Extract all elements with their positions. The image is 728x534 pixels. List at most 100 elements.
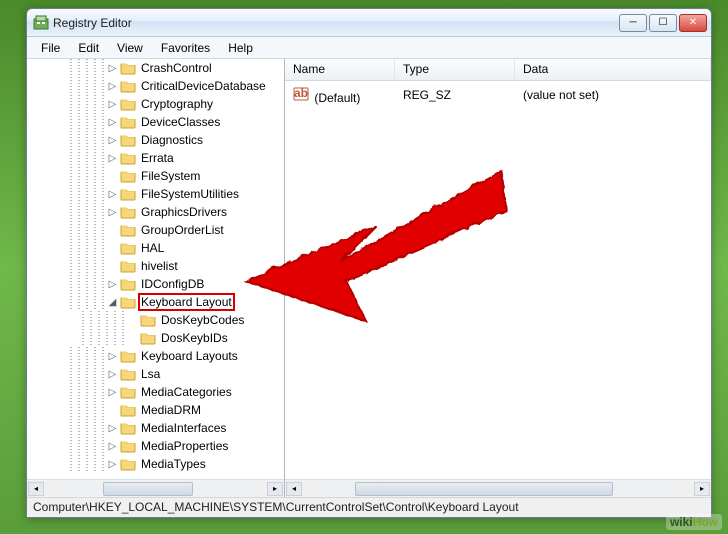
menu-help[interactable]: Help	[220, 39, 261, 57]
folder-icon	[120, 403, 136, 417]
registry-tree[interactable]: ▷CrashControl▷CriticalDeviceDatabase▷Cry…	[27, 59, 284, 479]
tree-node-label: DosKeybCodes	[159, 312, 246, 328]
tree-node[interactable]: ▷ Lsa	[27, 365, 268, 383]
scroll-right-icon[interactable]: ▸	[267, 482, 283, 496]
tree-node[interactable]: ▷ FileSystemUtilities	[27, 185, 268, 203]
titlebar[interactable]: Registry Editor ─ ☐ ✕	[27, 9, 711, 37]
expander-icon[interactable]: ▷	[107, 441, 118, 452]
col-name[interactable]: Name	[285, 59, 395, 80]
tree-node-label: DeviceClasses	[139, 114, 222, 130]
scroll-thumb[interactable]	[103, 482, 194, 496]
scroll-thumb[interactable]	[355, 482, 613, 496]
tree-node-label: FileSystemUtilities	[139, 186, 241, 202]
tree-node[interactable]: ▷ CrashControl	[27, 59, 268, 77]
close-button[interactable]: ✕	[679, 14, 707, 32]
values-pane: Name Type Data ab (Default) REG_SZ (valu…	[285, 59, 711, 497]
tree-node[interactable]: ▷ Errata	[27, 149, 268, 167]
tree-node-label: Lsa	[139, 366, 162, 382]
expander-icon[interactable]: ▷	[107, 63, 118, 74]
expander-icon[interactable]	[107, 261, 118, 272]
tree-node[interactable]: FileSystem	[27, 167, 268, 185]
tree-node[interactable]: ▷ Cryptography	[27, 95, 268, 113]
expander-icon[interactable]: ◢	[107, 297, 118, 308]
col-data[interactable]: Data	[515, 59, 711, 80]
expander-icon[interactable]	[107, 225, 118, 236]
expander-icon[interactable]	[127, 333, 138, 344]
expander-icon[interactable]: ▷	[107, 351, 118, 362]
menu-favorites[interactable]: Favorites	[153, 39, 218, 57]
tree-node[interactable]: GroupOrderList	[27, 221, 268, 239]
app-icon	[33, 15, 49, 31]
tree-node-label: Cryptography	[139, 96, 215, 112]
tree-node-label: Errata	[139, 150, 176, 166]
tree-node-label: GroupOrderList	[139, 222, 226, 238]
folder-icon	[120, 223, 136, 237]
tree-scrollbar-h[interactable]: ◂ ▸	[27, 479, 284, 497]
expander-icon[interactable]: ▷	[107, 459, 118, 470]
expander-icon[interactable]: ▷	[107, 135, 118, 146]
tree-node[interactable]: ▷ IDConfigDB	[27, 275, 268, 293]
expander-icon[interactable]: ▷	[107, 153, 118, 164]
folder-icon	[120, 79, 136, 93]
folder-icon	[120, 115, 136, 129]
tree-node[interactable]: ▷GraphicsDrivers	[27, 203, 268, 221]
expander-icon[interactable]: ▷	[107, 423, 118, 434]
expander-icon[interactable]: ▷	[107, 81, 118, 92]
statusbar: Computer\HKEY_LOCAL_MACHINE\SYSTEM\Curre…	[27, 497, 711, 517]
menubar: File Edit View Favorites Help	[27, 37, 711, 59]
tree-node[interactable]: MediaDRM	[27, 401, 268, 419]
expander-icon[interactable]: ▷	[107, 117, 118, 128]
col-type[interactable]: Type	[395, 59, 515, 80]
expander-icon[interactable]: ▷	[107, 207, 118, 218]
maximize-button[interactable]: ☐	[649, 14, 677, 32]
tree-node[interactable]: ▷Keyboard Layouts	[27, 347, 268, 365]
menu-file[interactable]: File	[33, 39, 68, 57]
expander-icon[interactable]	[127, 315, 138, 326]
folder-icon	[120, 169, 136, 183]
tree-node[interactable]: ▷ DeviceClasses	[27, 113, 268, 131]
tree-node[interactable]: hivelist	[27, 257, 268, 275]
tree-node-label: HAL	[139, 240, 166, 256]
expander-icon[interactable]: ▷	[107, 279, 118, 290]
folder-icon	[120, 61, 136, 75]
tree-node[interactable]: ▷ MediaInterfaces	[27, 419, 268, 437]
menu-view[interactable]: View	[109, 39, 151, 57]
tree-node-label: MediaInterfaces	[139, 420, 228, 436]
tree-node-label: Diagnostics	[139, 132, 205, 148]
expander-icon[interactable]	[107, 405, 118, 416]
folder-icon	[120, 421, 136, 435]
tree-node[interactable]: ▷CriticalDeviceDatabase	[27, 77, 268, 95]
tree-node-label: MediaCategories	[139, 384, 234, 400]
tree-node-label: CrashControl	[139, 60, 214, 76]
tree-node[interactable]: DosKeybIDs	[27, 329, 268, 347]
tree-node[interactable]: HAL	[27, 239, 268, 257]
scroll-left-icon[interactable]: ◂	[286, 482, 302, 496]
list-body[interactable]: ab (Default) REG_SZ (value not set)	[285, 81, 711, 479]
expander-icon[interactable]: ▷	[107, 369, 118, 380]
expander-icon[interactable]	[107, 243, 118, 254]
value-data: (value not set)	[515, 88, 711, 102]
tree-node-label: IDConfigDB	[139, 276, 206, 292]
expander-icon[interactable]	[107, 171, 118, 182]
scroll-right-icon[interactable]: ▸	[694, 482, 710, 496]
minimize-button[interactable]: ─	[619, 14, 647, 32]
tree-node[interactable]: ▷MediaTypes	[27, 455, 268, 473]
tree-node-label: MediaDRM	[139, 402, 203, 418]
folder-icon	[120, 457, 136, 471]
expander-icon[interactable]: ▷	[107, 387, 118, 398]
folder-icon	[140, 313, 156, 327]
tree-node[interactable]: ▷ Diagnostics	[27, 131, 268, 149]
menu-edit[interactable]: Edit	[70, 39, 107, 57]
folder-icon	[140, 331, 156, 345]
tree-node[interactable]: DosKeybCodes	[27, 311, 268, 329]
list-item[interactable]: ab (Default) REG_SZ (value not set)	[285, 85, 711, 105]
expander-icon[interactable]: ▷	[107, 99, 118, 110]
tree-node[interactable]: ◢Keyboard Layout	[27, 293, 268, 311]
tree-node[interactable]: ▷ MediaCategories	[27, 383, 268, 401]
folder-icon	[120, 277, 136, 291]
expander-icon[interactable]: ▷	[107, 189, 118, 200]
tree-node-label: hivelist	[139, 258, 180, 274]
tree-node[interactable]: ▷MediaProperties	[27, 437, 268, 455]
list-scrollbar-h[interactable]: ◂ ▸	[285, 479, 711, 497]
scroll-left-icon[interactable]: ◂	[28, 482, 44, 496]
